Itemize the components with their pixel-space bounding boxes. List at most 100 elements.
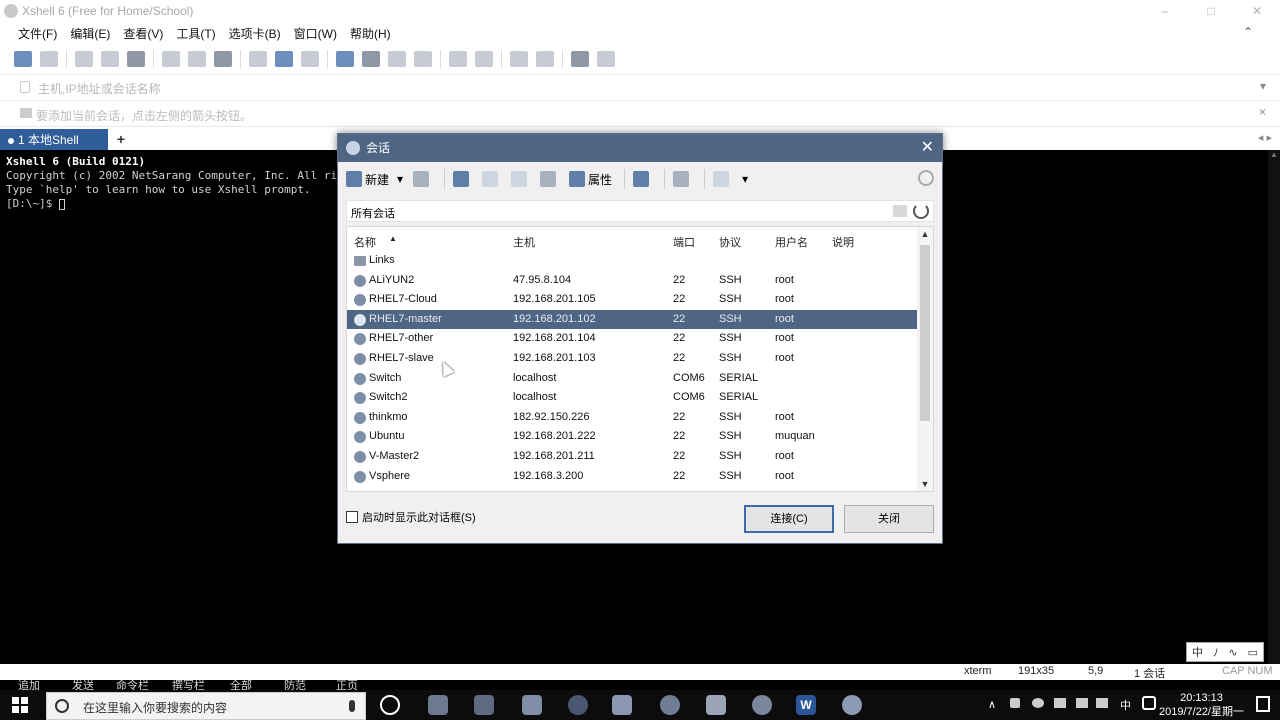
copy-icon[interactable] — [162, 51, 180, 67]
col-host[interactable]: 主机 — [513, 234, 535, 250]
properties-icon[interactable] — [127, 51, 145, 67]
paste-button[interactable] — [511, 171, 530, 187]
find-icon[interactable] — [214, 51, 232, 67]
new-session-button[interactable]: 新建 ▾ — [346, 171, 403, 188]
color-scheme-icon[interactable] — [275, 51, 293, 67]
new-folder-icon[interactable] — [893, 205, 907, 217]
xftp-icon[interactable] — [336, 51, 354, 67]
export-button[interactable] — [673, 171, 692, 187]
menu-tools[interactable]: 工具(T) — [176, 25, 215, 42]
taskbar-clock[interactable]: 20:13:13 2019/7/22/星期一 — [1159, 691, 1244, 719]
layout-icon[interactable] — [249, 51, 267, 67]
dialog-close-icon[interactable]: ✕ — [921, 134, 934, 162]
tray-battery-icon[interactable] — [1076, 698, 1088, 708]
menu-help[interactable]: 帮助(H) — [350, 25, 391, 42]
app-icon[interactable] — [568, 695, 588, 715]
address-dropdown-icon[interactable]: ▾ — [1260, 79, 1266, 93]
tray-volume-icon[interactable] — [1096, 698, 1108, 708]
tray-lang[interactable]: 中 — [1120, 697, 1131, 713]
ime-keyboard-icon[interactable]: ▭ — [1248, 646, 1258, 659]
session-row[interactable]: RHEL7-other 192.168.201.104 22 SSH root — [347, 329, 919, 348]
session-row[interactable]: Switch2 localhost COM6 SERIAL — [347, 388, 919, 407]
lock-icon[interactable] — [414, 51, 432, 67]
fullscreen-icon[interactable] — [388, 51, 406, 67]
add-tab-button[interactable]: + — [112, 129, 130, 149]
session-row[interactable]: Links — [347, 251, 919, 270]
menu-file[interactable]: 文件(F) — [18, 25, 57, 42]
session-row[interactable]: RHEL7-slave 192.168.201.103 22 SSH root — [347, 349, 919, 368]
scroll-down-icon[interactable]: ▼ — [917, 479, 933, 489]
chat-icon[interactable] — [597, 51, 615, 67]
terminal-scrollbar[interactable]: ▲ — [1268, 150, 1280, 664]
search-icon[interactable] — [918, 170, 934, 186]
tray-chevron-icon[interactable]: ∧ — [988, 698, 996, 711]
tray-ime-icon[interactable] — [1142, 696, 1156, 710]
app-icon[interactable] — [706, 695, 726, 715]
properties-button[interactable]: 属性 — [569, 171, 612, 188]
col-name[interactable]: 名称 — [354, 234, 376, 250]
menu-window[interactable]: 窗口(W) — [294, 25, 337, 42]
session-row[interactable]: ALiYUN2 47.95.8.104 22 SSH root — [347, 271, 919, 290]
new-dropdown-icon[interactable]: ▾ — [397, 172, 403, 186]
connect-button[interactable]: 连接(C) — [744, 505, 834, 533]
col-protocol[interactable]: 协议 — [719, 234, 741, 250]
session-row[interactable]: RHEL7-master 192.168.201.102 22 SSH root — [347, 309, 919, 329]
paste-icon[interactable] — [188, 51, 206, 67]
app-icon[interactable] — [428, 695, 448, 715]
save-as-button[interactable] — [413, 171, 432, 187]
ime-punct-icon[interactable]: ﾉ — [1213, 644, 1219, 660]
app-icon[interactable] — [660, 695, 680, 715]
address-bar[interactable]: 主机,IP地址或会话名称 ▾ — [0, 74, 1280, 100]
cut-button[interactable] — [453, 171, 472, 187]
app-icon[interactable] — [612, 695, 632, 715]
app-icon[interactable] — [474, 695, 494, 715]
microphone-icon[interactable] — [349, 700, 355, 712]
tray-network-icon[interactable] — [1054, 698, 1066, 708]
session-row[interactable]: Vsphere 192.168.3.200 22 SSH root — [347, 467, 919, 486]
highlight-icon[interactable] — [475, 51, 493, 67]
close-window-button[interactable]: ✕ — [1234, 0, 1280, 22]
hint-close-icon[interactable]: × — [1259, 105, 1266, 119]
session-row[interactable]: V-Master2 192.168.201.211 22 SSH root — [347, 447, 919, 466]
new-session-icon[interactable] — [14, 51, 32, 67]
maximize-button[interactable]: □ — [1188, 0, 1234, 22]
task-view-icon[interactable] — [380, 695, 400, 715]
ime-lang[interactable]: 中 — [1192, 644, 1203, 660]
link-icon[interactable] — [75, 51, 93, 67]
list-scrollbar[interactable]: ▲ ▼ — [917, 227, 933, 491]
menu-collapse-icon[interactable]: ⌃ — [1243, 25, 1253, 39]
tray-wechat-icon[interactable] — [1032, 698, 1044, 708]
start-windows-icon[interactable] — [12, 697, 28, 713]
ime-mode-icon[interactable]: ∿ — [1228, 646, 1237, 659]
help-icon[interactable] — [571, 51, 589, 67]
view-dropdown-icon[interactable]: ▾ — [742, 172, 748, 186]
ime-toolbar[interactable]: 中 ﾉ ∿ ▭ — [1186, 642, 1264, 662]
compose-icon[interactable] — [362, 51, 380, 67]
app-icon[interactable] — [522, 695, 542, 715]
font-icon[interactable] — [301, 51, 319, 67]
unlink-icon[interactable] — [101, 51, 119, 67]
keyboard-icon[interactable] — [449, 51, 467, 67]
session-row[interactable]: Ubuntu 192.168.201.222 22 SSH muquan — [347, 427, 919, 446]
scroll-up-icon[interactable]: ▲ — [917, 229, 933, 239]
notification-icon[interactable] — [1256, 696, 1270, 712]
minimize-button[interactable]: – — [1142, 0, 1188, 22]
app-icon[interactable] — [752, 695, 772, 715]
xshell-taskbar-icon[interactable] — [842, 695, 862, 715]
menu-tabs[interactable]: 选项卡(B) — [229, 25, 281, 42]
copy-button[interactable] — [482, 171, 501, 187]
show-on-startup-checkbox[interactable]: 启动时显示此对话框(S) — [346, 509, 476, 525]
open-button[interactable] — [633, 171, 652, 187]
menu-view[interactable]: 查看(V) — [123, 25, 163, 42]
menu-edit[interactable]: 编辑(E) — [70, 25, 110, 42]
refresh-icon[interactable] — [913, 203, 929, 219]
session-row[interactable]: Switch localhost COM6 SERIAL — [347, 369, 919, 388]
checkbox-box[interactable] — [346, 511, 358, 523]
word-icon[interactable]: W — [796, 695, 816, 715]
script-icon[interactable] — [510, 51, 528, 67]
open-folder-icon[interactable] — [40, 51, 58, 67]
tab-local-shell[interactable]: 1 本地Shell — [0, 129, 108, 151]
session-row[interactable]: thinkmo 182.92.150.226 22 SSH root — [347, 408, 919, 427]
delete-button[interactable] — [540, 171, 559, 187]
scroll-thumb[interactable] — [920, 245, 930, 421]
